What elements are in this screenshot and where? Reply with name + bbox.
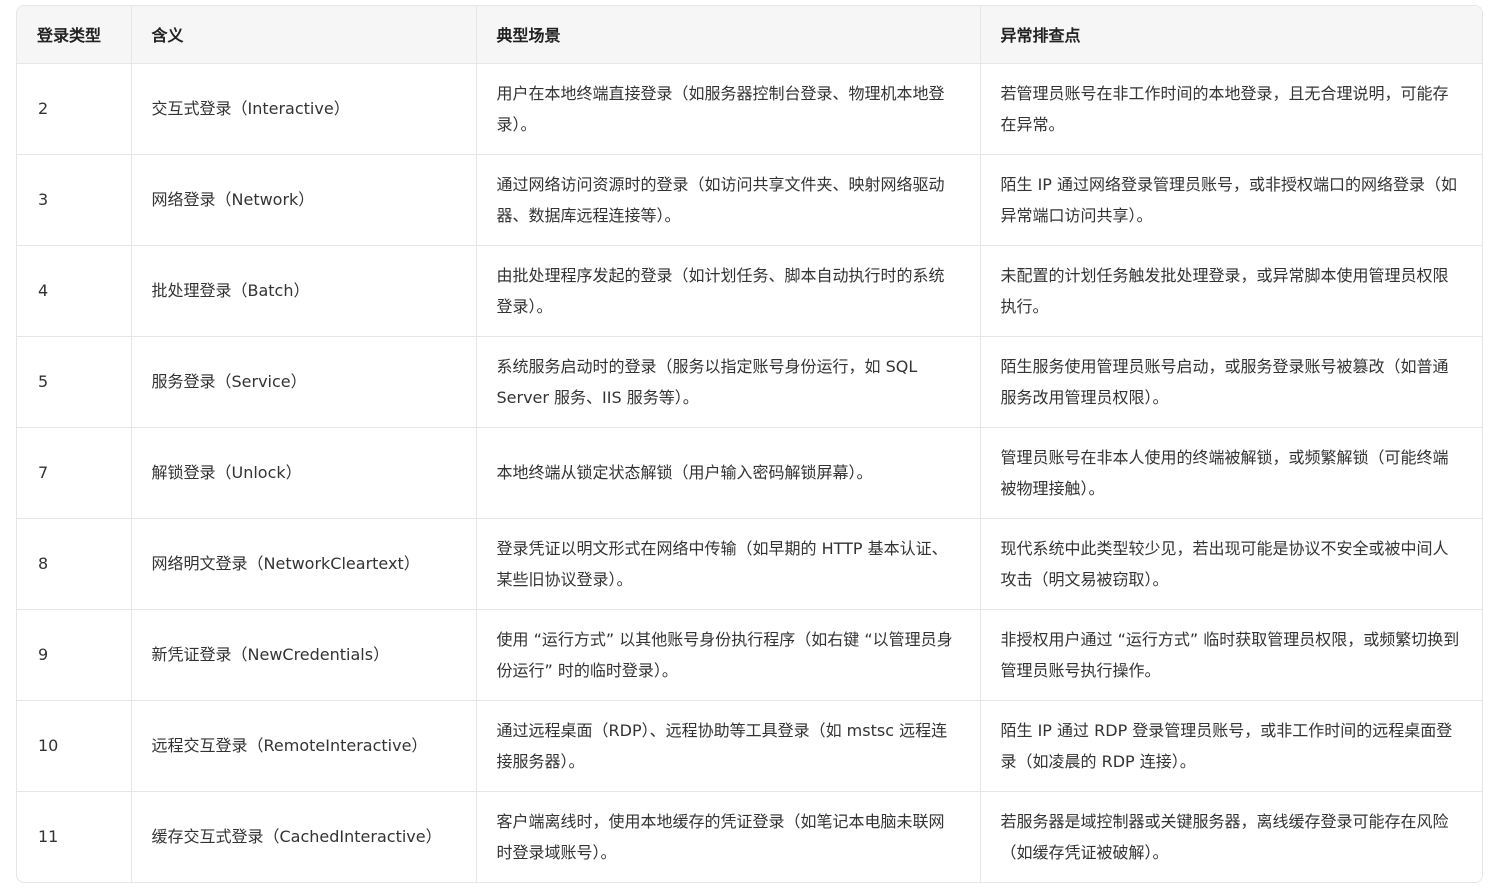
cell-check-points: 陌生 IP 通过网络登录管理员账号，或非授权端口的网络登录（如异常端口访问共享）… xyxy=(980,154,1482,246)
cell-scenario: 登录凭证以明文形式在网络中传输（如早期的 HTTP 基本认证、某些旧协议登录）。 xyxy=(476,518,981,610)
table-row: 10 远程交互登录（RemoteInteractive） 通过远程桌面（RDP）… xyxy=(17,700,1482,792)
table-row: 5 服务登录（Service） 系统服务启动时的登录（服务以指定账号身份运行，如… xyxy=(17,336,1482,428)
table-header: 登录类型 含义 典型场景 异常排查点 xyxy=(17,6,1482,64)
cell-check-points: 陌生 IP 通过 RDP 登录管理员账号，或非工作时间的远程桌面登录（如凌晨的 … xyxy=(980,700,1482,792)
cell-scenario: 通过远程桌面（RDP）、远程协助等工具登录（如 mstsc 远程连接服务器）。 xyxy=(476,700,981,792)
header-row: 登录类型 含义 典型场景 异常排查点 xyxy=(17,6,1482,64)
table-row: 4 批处理登录（Batch） 由批处理程序发起的登录（如计划任务、脚本自动执行时… xyxy=(17,245,1482,337)
cell-logon-type: 4 xyxy=(17,245,132,337)
cell-logon-type: 9 xyxy=(17,609,132,701)
cell-logon-type: 7 xyxy=(17,427,132,519)
cell-scenario: 本地终端从锁定状态解锁（用户输入密码解锁屏幕）。 xyxy=(476,427,981,519)
table-row: 9 新凭证登录（NewCredentials） 使用 “运行方式” 以其他账号身… xyxy=(17,609,1482,701)
cell-logon-type: 5 xyxy=(17,336,132,428)
table-row: 7 解锁登录（Unlock） 本地终端从锁定状态解锁（用户输入密码解锁屏幕）。 … xyxy=(17,427,1482,519)
cell-check-points: 若服务器是域控制器或关键服务器，离线缓存登录可能存在风险（如缓存凭证被破解）。 xyxy=(1000,811,1449,862)
cell-meaning: 网络明文登录（NetworkCleartext） xyxy=(131,518,477,610)
cell-scenario: 用户在本地终端直接登录（如服务器控制台登录、物理机本地登录）。 xyxy=(476,63,981,155)
cell-logon-type: 3 xyxy=(17,154,132,246)
table-row: 8 网络明文登录（NetworkCleartext） 登录凭证以明文形式在网络中… xyxy=(17,518,1482,610)
logon-type-table-container: 登录类型 含义 典型场景 异常排查点 2 交互式登录（Interactive） … xyxy=(16,5,1483,883)
table-body: 2 交互式登录（Interactive） 用户在本地终端直接登录（如服务器控制台… xyxy=(17,63,1482,882)
cell-meaning: 批处理登录（Batch） xyxy=(131,245,477,337)
cell-meaning: 缓存交互式登录（CachedInteractive） xyxy=(131,791,477,882)
cell-scenario: 系统服务启动时的登录（服务以指定账号身份运行，如 SQL Server 服务、I… xyxy=(476,336,981,428)
table-row: 3 网络登录（Network） 通过网络访问资源时的登录（如访问共享文件夹、映射… xyxy=(17,154,1482,246)
cell-scenario: 客户端离线时，使用本地缓存的凭证登录（如笔记本电脑未联网时登录域账号）。 xyxy=(476,791,981,882)
table-row: 2 交互式登录（Interactive） 用户在本地终端直接登录（如服务器控制台… xyxy=(17,63,1482,155)
cell-scenario: 由批处理程序发起的登录（如计划任务、脚本自动执行时的系统登录）。 xyxy=(476,245,981,337)
header-scenario: 典型场景 xyxy=(476,6,981,64)
cell-logon-type: 2 xyxy=(17,63,132,155)
cell-check-points: 未配置的计划任务触发批处理登录，或异常脚本使用管理员权限执行。 xyxy=(980,245,1482,337)
logon-type-table: 登录类型 含义 典型场景 异常排查点 2 交互式登录（Interactive） … xyxy=(17,6,1482,882)
cell-check-points: 若管理员账号在非工作时间的本地登录，且无合理说明，可能存在异常。 xyxy=(980,63,1482,155)
cell-meaning: 远程交互登录（RemoteInteractive） xyxy=(131,700,477,792)
cell-scenario: 使用 “运行方式” 以其他账号身份执行程序（如右键 “以管理员身份运行” 时的临… xyxy=(476,609,981,701)
cell-logon-type: 8 xyxy=(17,518,132,610)
cell-scenario: 通过网络访问资源时的登录（如访问共享文件夹、映射网络驱动器、数据库远程连接等）。 xyxy=(476,154,981,246)
cell-meaning: 服务登录（Service） xyxy=(131,336,477,428)
table-row: 11 缓存交互式登录（CachedInteractive） 客户端离线时，使用本… xyxy=(17,791,1482,882)
cell-logon-type: 10 xyxy=(17,700,132,792)
header-check-points: 异常排查点 xyxy=(980,6,1482,64)
cell-meaning: 网络登录（Network） xyxy=(131,154,477,246)
cell-check-points: 非授权用户通过 “运行方式” 临时获取管理员权限，或频繁切换到管理员账号执行操作… xyxy=(980,609,1482,701)
cell-check-points: 陌生服务使用管理员账号启动，或服务登录账号被篡改（如普通服务改用管理员权限）。 xyxy=(980,336,1482,428)
header-meaning: 含义 xyxy=(131,6,477,64)
cell-meaning: 解锁登录（Unlock） xyxy=(131,427,477,519)
header-logon-type: 登录类型 xyxy=(17,6,132,64)
cell-logon-type: 11 xyxy=(17,791,132,882)
cell-meaning: 交互式登录（Interactive） xyxy=(131,63,477,155)
cell-check-points: 现代系统中此类型较少见，若出现可能是协议不安全或被中间人攻击（明文易被窃取）。 xyxy=(980,518,1482,610)
cell-check-points: 管理员账号在非本人使用的终端被解锁，或频繁解锁（可能终端被物理接触）。 xyxy=(980,427,1482,519)
cell-meaning: 新凭证登录（NewCredentials） xyxy=(131,609,477,701)
